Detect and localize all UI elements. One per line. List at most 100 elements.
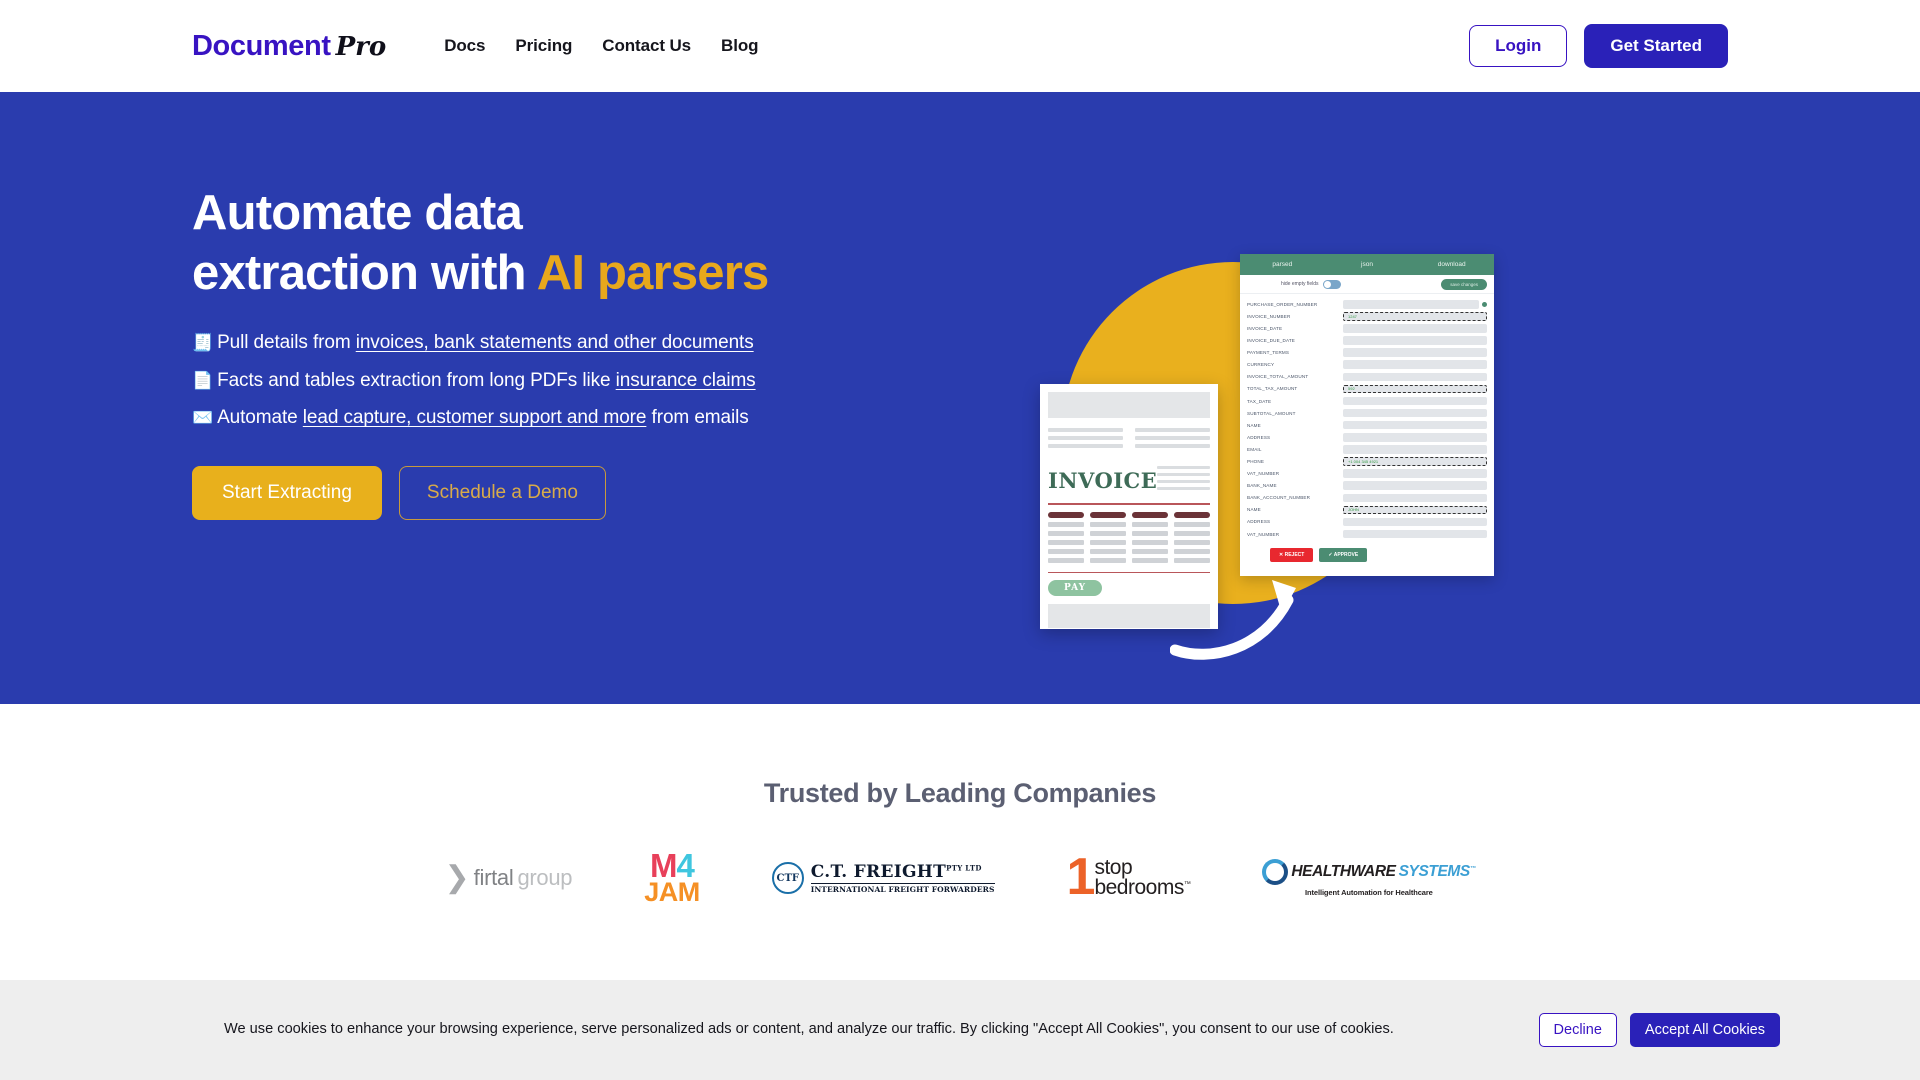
parsed-field-list: PURCHASE_ORDER_NUMBER INVOICE_NUMBER 1247 I… bbox=[1240, 294, 1494, 539]
decline-cookies-button[interactable]: Decline bbox=[1538, 1013, 1617, 1047]
parsed-field-label: PURCHASE_ORDER_NUMBER bbox=[1247, 301, 1318, 307]
hero-heading: Automate data extraction with AI parsers bbox=[192, 184, 812, 304]
receipt-icon: 🧾 bbox=[192, 332, 214, 352]
parsed-field-input[interactable]: 1247 bbox=[1343, 312, 1487, 321]
accept-all-cookies-button[interactable]: Accept All Cookies bbox=[1629, 1013, 1780, 1047]
approve-button[interactable]: ✓ APPROVE bbox=[1319, 547, 1368, 562]
trusted-by-title: Trusted by Leading Companies bbox=[763, 778, 1157, 808]
curved-arrow-icon bbox=[1170, 580, 1296, 660]
parsed-field-row: NAME JOHN bbox=[1247, 505, 1487, 515]
nav-link-docs[interactable]: Docs bbox=[444, 36, 485, 56]
nav-link-contact-us[interactable]: Contact Us bbox=[602, 36, 691, 56]
parsed-field-row: PHONE +1 004 345 4921 bbox=[1247, 457, 1487, 466]
nav-link-pricing[interactable]: Pricing bbox=[515, 36, 572, 56]
hero-bullet-3-pre: Automate bbox=[217, 407, 303, 429]
cookie-button-group: Decline Accept All Cookies bbox=[1538, 1013, 1780, 1047]
parsed-document-panel: parsed json download hide empty fields s… bbox=[1240, 254, 1494, 576]
approve-label: APPROVE bbox=[1333, 551, 1359, 558]
nav-link-blog[interactable]: Blog bbox=[721, 36, 758, 56]
panel-tab-parsed[interactable]: parsed bbox=[1240, 261, 1325, 268]
parsed-field-row: VAT_NUMBER bbox=[1247, 469, 1487, 478]
parsed-field-row: ADDRESS bbox=[1247, 517, 1487, 527]
hero-bullet-2-link[interactable]: insurance claims bbox=[616, 370, 756, 391]
brand-logo-healthware-systems: HEALTHWARE SYSTEMS™ Intelligent Automatio… bbox=[1262, 847, 1476, 909]
start-extracting-button[interactable]: Start Extracting bbox=[192, 466, 382, 521]
hero-bullet-1-link[interactable]: invoices, bank statements and other docu… bbox=[356, 332, 754, 353]
hero-bullet-2-pre: Facts and tables extraction from long PD… bbox=[217, 369, 616, 391]
info-dot-icon bbox=[1482, 301, 1487, 307]
parsed-field-input[interactable] bbox=[1343, 396, 1487, 406]
hide-empty-fields-toggle[interactable] bbox=[1322, 279, 1341, 289]
panel-tab-download[interactable]: download bbox=[1409, 261, 1494, 268]
healthware-word-1: HEALTHWARE bbox=[1291, 863, 1396, 880]
parsed-field-label: TAX_DATE bbox=[1247, 398, 1272, 404]
schedule-demo-button[interactable]: Schedule a Demo bbox=[398, 466, 606, 521]
parsed-field-input[interactable] bbox=[1343, 433, 1487, 442]
parsed-field-input[interactable] bbox=[1343, 517, 1487, 527]
login-button[interactable]: Login bbox=[1469, 25, 1568, 67]
healthware-systems-text: SYSTEMS bbox=[1398, 863, 1471, 880]
parsed-field-input[interactable] bbox=[1343, 408, 1487, 418]
parsed-field-input[interactable] bbox=[1343, 529, 1487, 539]
cookie-consent-text: We use cookies to enhance your browsing … bbox=[224, 1021, 1394, 1038]
parsed-field-input[interactable] bbox=[1343, 420, 1487, 430]
parsed-field-input[interactable] bbox=[1343, 372, 1487, 382]
parsed-field-row: INVOICE_DUE_DATE bbox=[1247, 336, 1487, 345]
parsed-field-input[interactable] bbox=[1343, 360, 1487, 369]
hero-bullet-3-link[interactable]: lead capture, customer support and more bbox=[303, 407, 647, 428]
reject-label: REJECT bbox=[1284, 551, 1305, 558]
healthware-tagline: Intelligent Automation for Healthcare bbox=[1305, 888, 1433, 897]
parsed-field-value: 592 bbox=[1348, 386, 1355, 392]
onestop-bedrooms-text: bedrooms bbox=[1094, 876, 1184, 899]
pages-icon: 📄 bbox=[192, 370, 214, 390]
parsed-field-row: TOTAL_TAX_AMOUNT 592 bbox=[1247, 384, 1487, 394]
parsed-field-input[interactable] bbox=[1343, 348, 1487, 357]
panel-tab-json[interactable]: json bbox=[1325, 261, 1410, 268]
hide-empty-fields-label: hide empty fields bbox=[1281, 281, 1319, 287]
parsed-field-input[interactable] bbox=[1343, 445, 1487, 454]
parsed-field-label: INVOICE_NUMBER bbox=[1247, 313, 1291, 319]
parsed-field-row: EMAIL bbox=[1247, 445, 1487, 454]
doc-line-items bbox=[1048, 511, 1210, 563]
parsed-field-input[interactable] bbox=[1343, 481, 1487, 490]
parsed-field-input[interactable]: +1 004 345 4921 bbox=[1343, 457, 1487, 466]
healthware-swirl-icon bbox=[1262, 859, 1289, 885]
parsed-field-input[interactable]: JOHN bbox=[1343, 505, 1487, 515]
parsed-field-label: BANK_ACCOUNT_NUMBER bbox=[1247, 495, 1311, 501]
healthware-tm: ™ bbox=[1469, 865, 1476, 872]
parsed-field-row: PAYMENT_TERMS bbox=[1247, 348, 1487, 357]
parsed-field-label: SUBTOTAL_AMOUNT bbox=[1247, 410, 1296, 416]
reject-button[interactable]: ✕ REJECT bbox=[1270, 547, 1314, 562]
parsed-field-input[interactable] bbox=[1343, 336, 1487, 345]
onestop-word-bedrooms: bedrooms™ bbox=[1094, 876, 1190, 899]
parsed-field-row: ADDRESS bbox=[1247, 433, 1487, 442]
parsed-field-input[interactable] bbox=[1343, 493, 1487, 502]
firtal-word-2: group bbox=[517, 865, 573, 890]
doc-pay-button[interactable]: PAY bbox=[1048, 580, 1103, 597]
brand-logo[interactable]: Document Pro bbox=[192, 30, 386, 63]
parsed-field-input[interactable]: 592 bbox=[1343, 384, 1487, 394]
ctf-tagline: INTERNATIONAL FREIGHT FORWARDERS bbox=[810, 883, 995, 894]
parsed-field-label: VAT_NUMBER bbox=[1247, 471, 1280, 477]
onestop-numeral-icon: 1 bbox=[1066, 848, 1096, 907]
parsed-field-input[interactable] bbox=[1343, 469, 1487, 478]
get-started-button[interactable]: Get Started bbox=[1584, 24, 1728, 68]
parsed-field-label: ADDRESS bbox=[1247, 519, 1271, 525]
parsed-field-label: PAYMENT_TERMS bbox=[1247, 350, 1290, 356]
hero-heading-accent: AI parsers bbox=[536, 245, 770, 300]
parsed-field-input[interactable] bbox=[1343, 300, 1479, 309]
header-actions: Login Get Started bbox=[1469, 24, 1728, 68]
parsed-field-row: NAME bbox=[1247, 420, 1487, 430]
hero-bullet-list: 🧾 Pull details from invoices, bank statem… bbox=[192, 328, 812, 435]
parsed-field-row: BANK_ACCOUNT_NUMBER bbox=[1247, 493, 1487, 502]
hero-cta-group: Start Extracting Schedule a Demo bbox=[192, 466, 812, 521]
parsed-field-row: INVOICE_TOTAL_AMOUNT bbox=[1247, 372, 1487, 382]
doc-meta-lines bbox=[1157, 466, 1210, 494]
parsed-field-row: PURCHASE_ORDER_NUMBER bbox=[1247, 300, 1487, 309]
ctf-suffix: PTY LTD bbox=[946, 863, 982, 873]
parsed-field-label: INVOICE_DATE bbox=[1247, 325, 1283, 331]
save-changes-button[interactable]: save changes bbox=[1441, 278, 1487, 290]
parsed-field-row: BANK_NAME bbox=[1247, 481, 1487, 490]
parsed-field-value: JOHN bbox=[1348, 507, 1359, 513]
parsed-field-input[interactable] bbox=[1343, 324, 1487, 333]
